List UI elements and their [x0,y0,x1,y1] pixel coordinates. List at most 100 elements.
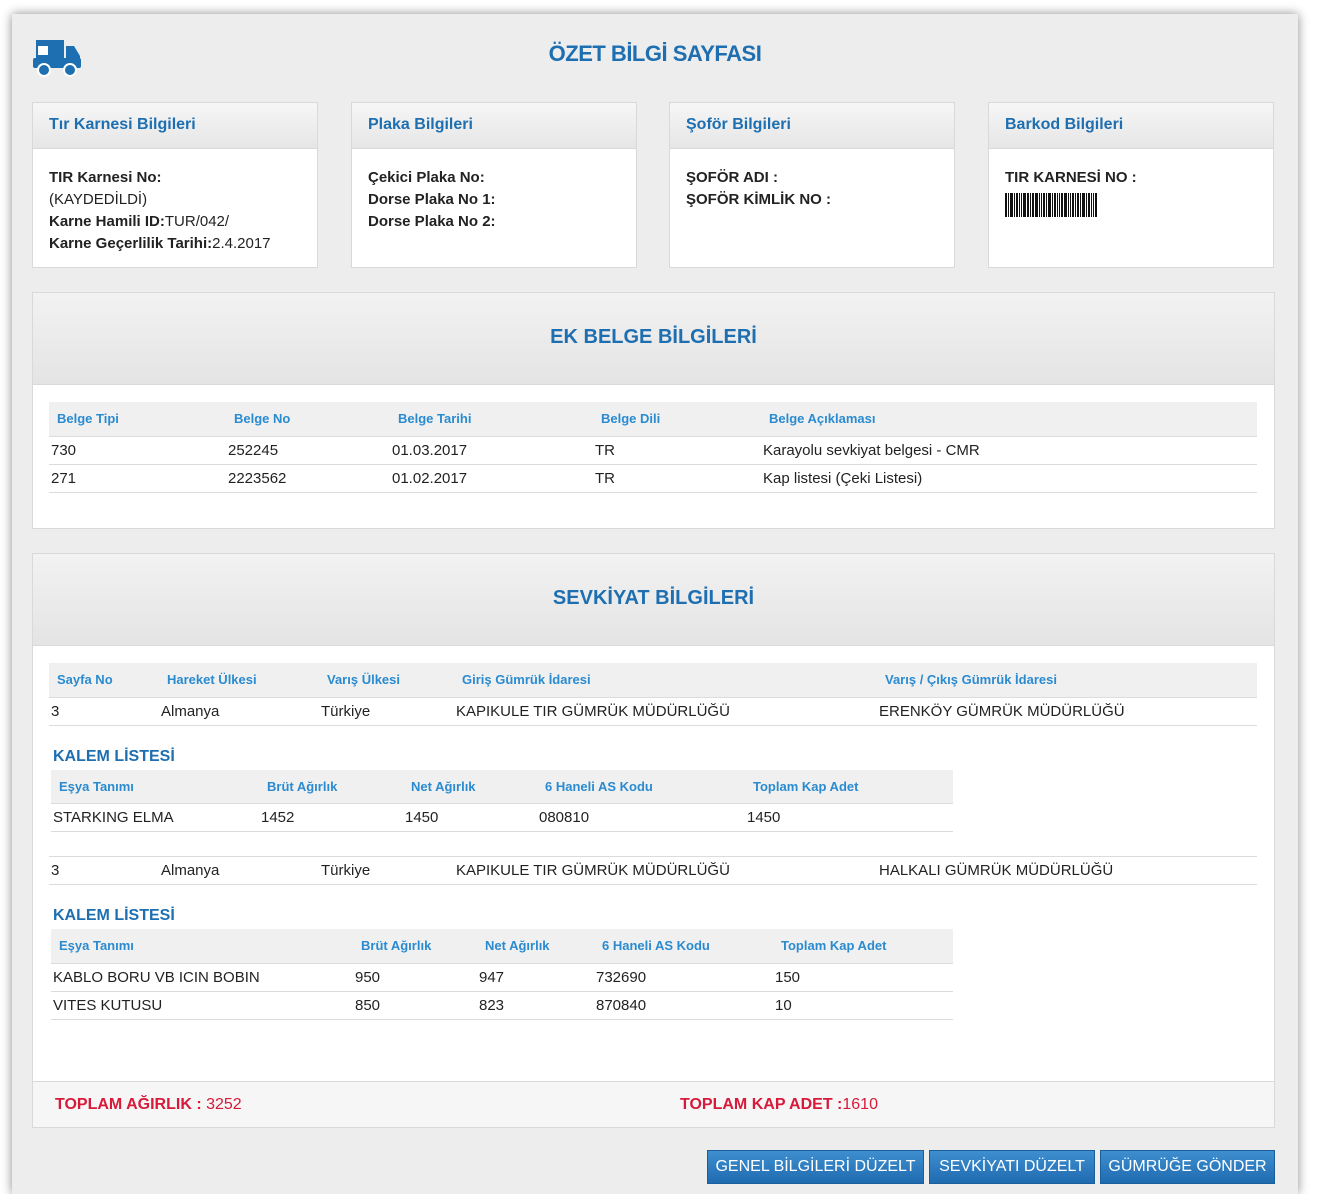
total-pack: TOPLAM KAP ADET :1610 [680,1096,878,1114]
col-net-agirlik: Net Ağırlık [477,929,594,964]
edit-shipment-button[interactable]: SEVKİYATI DÜZELT [929,1150,1095,1184]
cell: 271 [49,464,226,493]
table-row: 3 Almanya Türkiye KAPIKULE TIR GÜMRÜK MÜ… [49,856,1257,885]
trailer-plate-2-label: Dorse Plaka No 2: [368,213,496,230]
cell: 080810 [537,803,745,832]
cell: HALKALI GÜMRÜK MÜDÜRLÜĞÜ [877,856,1257,885]
cell: ERENKÖY GÜMRÜK MÜDÜRLÜĞÜ [877,697,1257,726]
col-net-agirlik: Net Ağırlık [403,769,537,804]
col-hareket-ulkesi: Hareket Ülkesi [159,663,319,698]
cell: 2223562 [226,464,390,493]
kalem-list-title: KALEM LİSTESİ [53,907,175,924]
col-esya-tanimi: Eşya Tanımı [51,929,353,964]
cell: VITES KUTUSU [51,991,353,1020]
tractor-plate-label: Çekici Plaka No: [368,169,485,186]
cell: 823 [477,991,594,1020]
table-row: 3 Almanya Türkiye KAPIKULE TIR GÜMRÜK MÜ… [49,697,1257,726]
total-pack-label: TOPLAM KAP ADET : [680,1096,843,1113]
cell: 732690 [594,963,773,992]
barcode-card-title: Barkod Bilgileri [989,103,1273,149]
cell: 3 [49,856,159,885]
page-title: ÖZET BİLGİ SAYFASI [548,41,762,66]
table-row: 271 2223562 01.02.2017 TR Kap listesi (Ç… [49,464,1257,493]
shipment-table: 3 Almanya Türkiye KAPIKULE TIR GÜMRÜK MÜ… [49,856,1257,885]
holder-label: Karne Hamili ID: [49,213,165,230]
barcode-card: Barkod Bilgileri TIR KARNESİ NO : [988,102,1274,268]
ek-belge-title: EK BELGE BİLGİLERİ [33,293,1274,385]
col-esya-tanimi: Eşya Tanımı [51,769,259,804]
summary-page: ÖZET BİLGİ SAYFASI Tır Karnesi Bilgileri… [12,14,1298,1194]
cell: 150 [773,963,953,992]
col-kap-adet: Toplam Kap Adet [773,929,953,964]
shipment-table: Sayfa No Hareket Ülkesi Varış Ülkesi Gir… [49,663,1257,726]
table-row: STARKING ELMA 1452 1450 080810 1450 [51,803,953,832]
col-varis-cikis-gumruk: Varış / Çıkış Gümrük İdaresi [877,663,1257,698]
table-row: 730 252245 01.03.2017 TR Karayolu sevkiy… [49,436,1257,465]
edit-general-button[interactable]: GENEL BİLGİLERİ DÜZELT [707,1150,924,1184]
cell: 730 [49,436,226,465]
plate-card-title: Plaka Bilgileri [352,103,636,149]
cell: 01.02.2017 [390,464,593,493]
cell: 1450 [745,803,953,832]
cell: Almanya [159,697,319,726]
trailer-plate-1-label: Dorse Plaka No 1: [368,191,496,208]
cell: Türkiye [319,697,454,726]
cell: 01.03.2017 [390,436,593,465]
col-belge-dili: Belge Dili [593,402,761,437]
cell: Türkiye [319,856,454,885]
cell: 3 [49,697,159,726]
col-sayfa-no: Sayfa No [49,663,159,698]
cell: Almanya [159,856,319,885]
cell: KAPIKULE TIR GÜMRÜK MÜDÜRLÜĞÜ [454,856,877,885]
col-belge-no: Belge No [226,402,390,437]
col-belge-aciklamasi: Belge Açıklaması [761,402,1257,437]
col-varis-ulkesi: Varış Ülkesi [319,663,454,698]
cell: 950 [353,963,477,992]
cell: 870840 [594,991,773,1020]
tir-card-title: Tır Karnesi Bilgileri [33,103,317,149]
kalem-table: Eşya Tanımı Brüt Ağırlık Net Ağırlık 6 H… [51,769,953,832]
cell: TR [593,464,761,493]
total-weight-value: 3252 [206,1096,242,1113]
cell: STARKING ELMA [51,803,259,832]
total-weight-label: TOPLAM AĞIRLIK : [55,1096,202,1113]
col-belge-tipi: Belge Tipi [49,402,226,437]
col-as-kodu: 6 Haneli AS Kodu [537,769,745,804]
cell: KABLO BORU VB ICIN BOBIN [51,963,353,992]
validity-value: 2.4.2017 [212,235,271,252]
send-customs-button[interactable]: GÜMRÜĞE GÖNDER [1100,1150,1275,1184]
total-pack-value: 1610 [842,1096,878,1113]
tir-card: Tır Karnesi Bilgileri TIR Karnesi No: (K… [32,102,318,268]
validity-label: Karne Geçerlilik Tarihi: [49,235,213,252]
col-giris-gumruk: Giriş Gümrük İdaresi [454,663,877,698]
col-belge-tarihi: Belge Tarihi [390,402,593,437]
cell: 252245 [226,436,390,465]
cell: Karayolu sevkiyat belgesi - CMR [761,436,1257,465]
holder-value: TUR/042/ [164,213,230,230]
plate-card: Plaka Bilgileri Çekici Plaka No: Dorse P… [351,102,637,268]
col-kap-adet: Toplam Kap Adet [745,769,953,804]
total-weight: TOPLAM AĞIRLIK : 3252 [55,1096,242,1114]
barcode-image [1005,193,1257,217]
driver-card: Şoför Bilgileri ŞOFÖR ADI : ŞOFÖR KİMLİK… [669,102,955,268]
cell: KAPIKULE TIR GÜMRÜK MÜDÜRLÜĞÜ [454,697,877,726]
driver-id-label: ŞOFÖR KİMLİK NO : [686,191,831,208]
driver-name-label: ŞOFÖR ADI : [686,169,778,186]
table-row: KABLO BORU VB ICIN BOBIN 950 947 732690 … [51,963,953,992]
table-row: VITES KUTUSU 850 823 870840 10 [51,991,953,1020]
ek-belge-table: Belge Tipi Belge No Belge Tarihi Belge D… [49,402,1257,493]
cell: 850 [353,991,477,1020]
sevkiyat-title: SEVKİYAT BİLGİLERİ [33,554,1274,646]
tir-no-label: TIR Karnesi No: [49,169,162,186]
cell: 1452 [259,803,403,832]
kalem-table: Eşya Tanımı Brüt Ağırlık Net Ağırlık 6 H… [51,929,953,1020]
barcode-label: TIR KARNESİ NO : [1005,169,1137,186]
sevkiyat-panel: SEVKİYAT BİLGİLERİ Sayfa No Hareket Ülke… [32,553,1275,1128]
col-brut-agirlik: Brüt Ağırlık [353,929,477,964]
cell: 1450 [403,803,537,832]
kalem-list-title: KALEM LİSTESİ [53,747,175,765]
cell: 947 [477,963,594,992]
col-brut-agirlik: Brüt Ağırlık [259,769,403,804]
tir-no-value: (KAYDEDİLDİ) [49,191,148,208]
col-as-kodu: 6 Haneli AS Kodu [594,929,773,964]
